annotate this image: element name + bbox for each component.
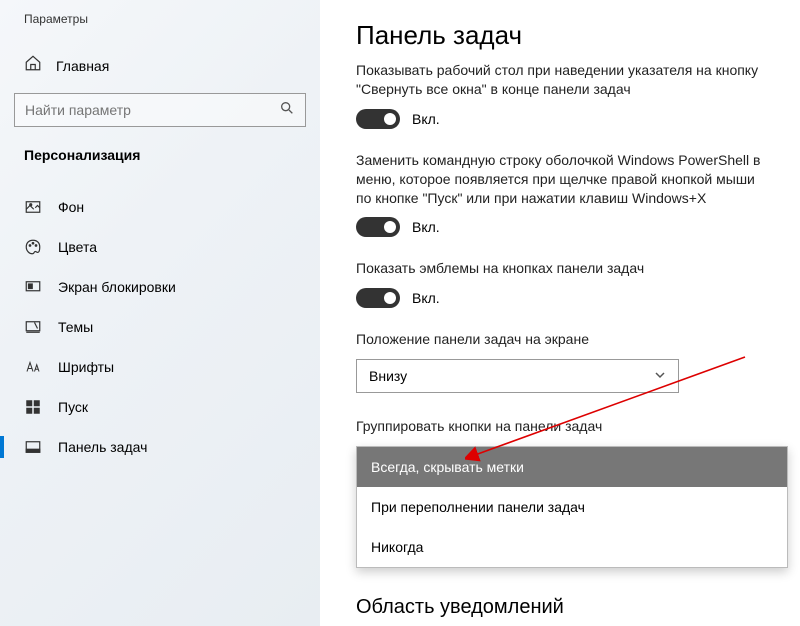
image-icon	[24, 198, 42, 216]
sidebar-item-label: Темы	[58, 319, 93, 335]
themes-icon	[24, 318, 42, 336]
fonts-icon	[24, 358, 42, 376]
page-title: Панель задач	[356, 20, 764, 51]
sidebar-item-lockscreen[interactable]: Экран блокировки	[0, 267, 320, 307]
toggle-state: Вкл.	[412, 290, 440, 306]
setting-label-peek: Показывать рабочий стол при наведении ук…	[356, 61, 764, 99]
sidebar-item-label: Пуск	[58, 399, 88, 415]
combo-option-always[interactable]: Всегда, скрывать метки	[357, 447, 787, 487]
home-label: Главная	[56, 58, 109, 74]
sidebar-item-label: Панель задач	[58, 439, 147, 455]
sidebar-item-colors[interactable]: Цвета	[0, 227, 320, 267]
sidebar-item-start[interactable]: Пуск	[0, 387, 320, 427]
lock-screen-icon	[24, 278, 42, 296]
setting-label-badges: Показать эмблемы на кнопках панели задач	[356, 259, 764, 278]
dropdown-position-label: Положение панели задач на экране	[356, 330, 764, 349]
start-icon	[24, 398, 42, 416]
palette-icon	[24, 238, 42, 256]
sidebar-item-themes[interactable]: Темы	[0, 307, 320, 347]
sidebar-item-label: Шрифты	[58, 359, 114, 375]
toggle-powershell[interactable]	[356, 217, 400, 237]
toggle-badges[interactable]	[356, 288, 400, 308]
search-icon	[279, 100, 295, 121]
dropdown-combine-open[interactable]: Всегда, скрывать метки При переполнении …	[356, 446, 788, 568]
combo-option-full[interactable]: При переполнении панели задач	[357, 487, 787, 527]
sidebar-item-taskbar[interactable]: Панель задач	[0, 427, 320, 467]
search-input[interactable]	[14, 93, 306, 127]
section-notification-title: Область уведомлений	[356, 596, 764, 619]
home-button[interactable]: Главная	[0, 46, 320, 93]
taskbar-icon	[24, 438, 42, 456]
toggle-state: Вкл.	[412, 111, 440, 127]
sidebar-item-label: Экран блокировки	[58, 279, 176, 295]
dropdown-combine-label: Группировать кнопки на панели задач	[356, 417, 764, 436]
category-label: Персонализация	[0, 147, 320, 187]
setting-label-powershell: Заменить командную строку оболочкой Wind…	[356, 151, 764, 208]
combo-option-never[interactable]: Никогда	[357, 527, 787, 567]
toggle-state: Вкл.	[412, 219, 440, 235]
toggle-peek[interactable]	[356, 109, 400, 129]
sidebar-item-label: Цвета	[58, 239, 97, 255]
app-title: Параметры	[0, 12, 320, 46]
home-icon	[24, 54, 42, 77]
sidebar-item-fonts[interactable]: Шрифты	[0, 347, 320, 387]
sidebar-item-label: Фон	[58, 199, 84, 215]
chevron-down-icon	[654, 368, 666, 384]
dropdown-value: Внизу	[369, 368, 407, 384]
sidebar-item-background[interactable]: Фон	[0, 187, 320, 227]
dropdown-position[interactable]: Внизу	[356, 359, 679, 393]
